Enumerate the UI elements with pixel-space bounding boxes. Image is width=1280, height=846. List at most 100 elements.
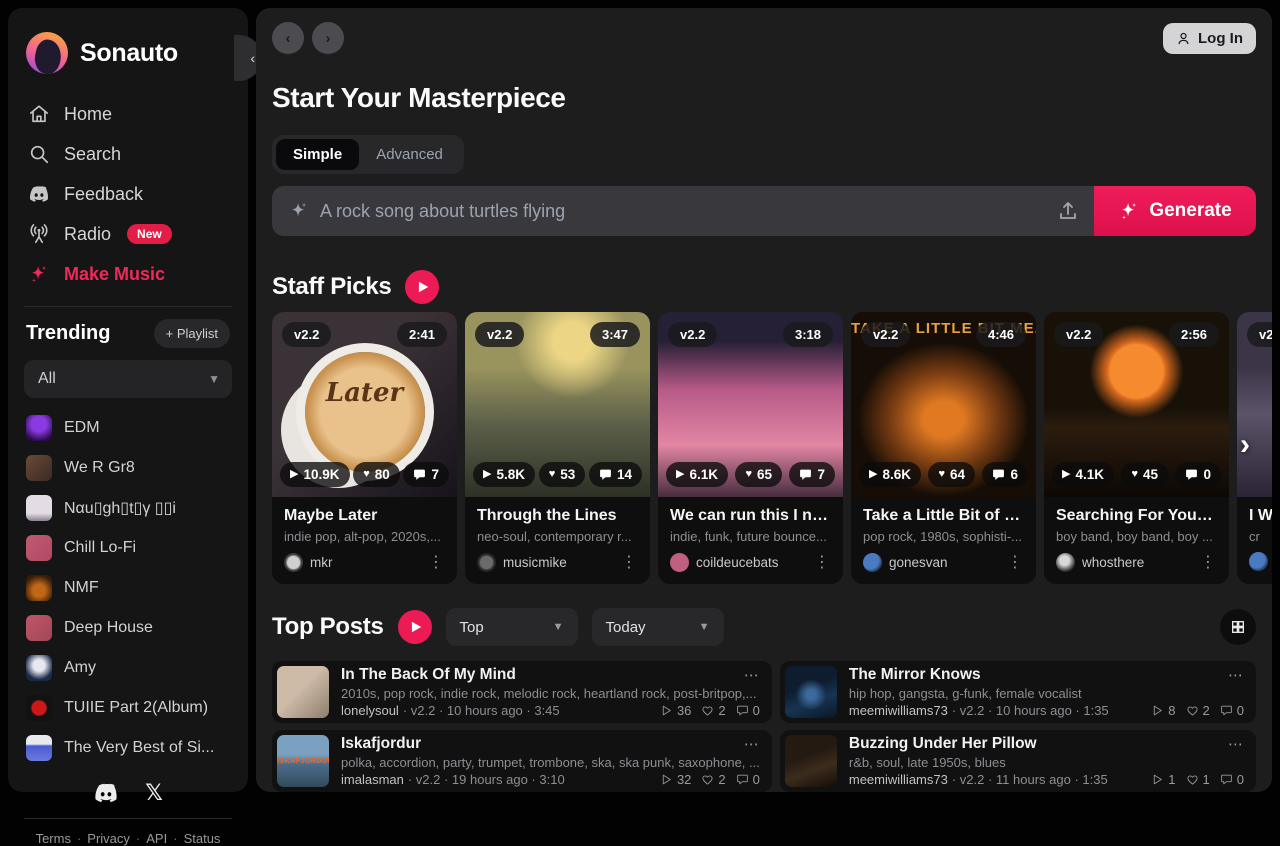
person-icon [1176, 31, 1191, 46]
comment-outline-icon [736, 704, 749, 717]
nav-item-radio[interactable]: Radio New [24, 216, 232, 252]
author-name[interactable]: meemiwilliams73 [849, 703, 948, 718]
upload-icon[interactable] [1056, 199, 1080, 223]
song-title: Through the Lines [477, 507, 638, 525]
carousel-next-button[interactable]: › [1240, 428, 1250, 462]
play-outline-icon [660, 773, 673, 786]
time-select[interactable]: Today ▼ [592, 608, 724, 646]
more-options-icon[interactable]: ⋯ [734, 666, 760, 684]
like-count[interactable]: 2 [701, 772, 725, 787]
play-staff-picks-button[interactable] [405, 270, 439, 304]
playlist-thumbnail [26, 615, 52, 641]
song-title: Searching For Your L... [1056, 507, 1217, 525]
song-title: Maybe Later [284, 507, 445, 525]
more-options-icon[interactable]: ⋮ [621, 552, 638, 572]
privacy-link[interactable]: Privacy [87, 831, 130, 846]
trending-item[interactable]: TUIIE Part 2(Album) [24, 692, 232, 724]
author-name[interactable]: gonesvan [889, 555, 948, 570]
login-button[interactable]: Log In [1163, 23, 1256, 54]
staff-pick-card[interactable]: TAKE A LITTLE BIT ME. v2.2 4:46 ▶8.6K ♥6… [851, 312, 1036, 584]
staff-pick-card[interactable]: v2.2 3:18 ▶6.1K ♥65 7 We can run this I … [658, 312, 843, 584]
avatar [1249, 552, 1268, 571]
like-count[interactable]: 1 [1186, 772, 1210, 787]
discord-icon[interactable] [93, 780, 119, 806]
author-name[interactable]: imalasman [341, 772, 404, 787]
trending-item[interactable]: Chill Lo-Fi [24, 532, 232, 564]
tab-simple[interactable]: Simple [276, 139, 359, 170]
status-link[interactable]: Status [184, 831, 221, 846]
comment-count: 0 [736, 703, 760, 718]
post-title: The Mirror Knows [849, 666, 981, 684]
filter-value: All [38, 370, 56, 388]
like-count: ♥53 [539, 462, 586, 487]
nav-label: Home [64, 104, 112, 125]
post-row[interactable]: The Mirror Knows ⋯ hip hop, gangsta, g-f… [780, 661, 1256, 723]
play-count: 8 [1151, 703, 1175, 718]
like-count[interactable]: 2 [701, 703, 725, 718]
api-link[interactable]: API [146, 831, 167, 846]
staff-pick-card[interactable]: v2.2 2:56 ▶4.1K ♥45 0 Searching For Your… [1044, 312, 1229, 584]
add-playlist-button[interactable]: + Playlist [154, 319, 230, 348]
post-row[interactable]: Buzzing Under Her Pillow ⋯ r&b, soul, la… [780, 730, 1256, 792]
tab-advanced[interactable]: Advanced [359, 139, 460, 170]
post-row[interactable]: In The Back Of My Mind ⋯ 2010s, pop rock… [272, 661, 772, 723]
author-name[interactable]: lonelysoul [341, 703, 399, 718]
staff-picks-rail: Later v2.2 2:41 ▶10.9K ♥80 7 Maybe Later… [272, 312, 1272, 584]
trending-item[interactable]: The Very Best of Si... [24, 732, 232, 764]
trending-item[interactable]: Nαu▯gh▯t▯γ ▯▯i [24, 492, 232, 524]
more-options-icon[interactable]: ⋯ [734, 735, 760, 753]
generate-button[interactable]: Generate [1094, 186, 1256, 236]
x-twitter-icon[interactable]: 𝕏 [145, 780, 163, 806]
play-top-posts-button[interactable] [398, 610, 432, 644]
brand[interactable]: Sonauto [26, 32, 232, 74]
trending-title: Trending [26, 322, 110, 345]
author-name[interactable]: meemiwilliams73 [849, 772, 948, 787]
forward-button[interactable]: › [312, 22, 344, 54]
play-outline-icon [1151, 704, 1164, 717]
more-options-icon[interactable]: ⋯ [1218, 735, 1244, 753]
prompt-input[interactable] [320, 201, 1046, 222]
prompt-field[interactable] [272, 186, 1094, 236]
trending-item[interactable]: Deep House [24, 612, 232, 644]
nav-item-feedback[interactable]: Feedback [24, 176, 232, 212]
author-name[interactable]: mkr [310, 555, 333, 570]
back-button[interactable]: ‹ [272, 22, 304, 54]
more-options-icon[interactable]: ⋮ [428, 552, 445, 572]
nav-item-search[interactable]: Search [24, 136, 232, 172]
staff-pick-card[interactable]: v2.2 3:47 ▶5.8K ♥53 14 Through the Lines… [465, 312, 650, 584]
more-options-icon[interactable]: ⋮ [1007, 552, 1024, 572]
playlist-thumbnail [26, 655, 52, 681]
trending-item[interactable]: We R Gr8 [24, 452, 232, 484]
sparkle-icon [288, 200, 310, 222]
more-options-icon[interactable]: ⋮ [814, 552, 831, 572]
like-count[interactable]: 2 [1186, 703, 1210, 718]
trending-item[interactable]: EDM [24, 412, 232, 444]
trending-item[interactable]: NMF [24, 572, 232, 604]
author-name[interactable]: coildeucebats [696, 555, 779, 570]
post-row[interactable]: ISKAFJORDUR Iskafjordur ⋯ polka, accordi… [272, 730, 772, 792]
more-options-icon[interactable]: ⋯ [1218, 666, 1244, 684]
heart-outline-icon [701, 704, 714, 717]
post-stats: 1 1 0 [1151, 772, 1244, 787]
sidebar: ‹ Sonauto Home Search Feedback Radio New… [8, 8, 248, 792]
play-icon: ▶ [1062, 469, 1070, 480]
post-title: In The Back Of My Mind [341, 666, 516, 684]
grid-view-button[interactable] [1220, 609, 1256, 645]
search-icon [28, 143, 50, 165]
comment-icon [799, 468, 812, 481]
trending-item[interactable]: Amy [24, 652, 232, 684]
nav-label: Search [64, 144, 121, 165]
sort-select[interactable]: Top ▼ [446, 608, 578, 646]
trending-filter-select[interactable]: All ▼ [24, 360, 232, 398]
chevron-down-icon: ▼ [553, 621, 564, 633]
staff-pick-card[interactable]: Later v2.2 2:41 ▶10.9K ♥80 7 Maybe Later… [272, 312, 457, 584]
song-title: Take a Little Bit of Me [863, 507, 1024, 525]
post-meta: meemiwilliams73 · v2.2 · 10 hours ago · … [849, 703, 1244, 718]
more-options-icon[interactable]: ⋮ [1200, 552, 1217, 572]
mode-tabs: Simple Advanced [272, 135, 464, 174]
nav-item-make-music[interactable]: Make Music [24, 256, 232, 292]
author-name[interactable]: musicmike [503, 555, 567, 570]
nav-item-home[interactable]: Home [24, 96, 232, 132]
terms-link[interactable]: Terms [36, 831, 71, 846]
author-name[interactable]: whosthere [1082, 555, 1144, 570]
